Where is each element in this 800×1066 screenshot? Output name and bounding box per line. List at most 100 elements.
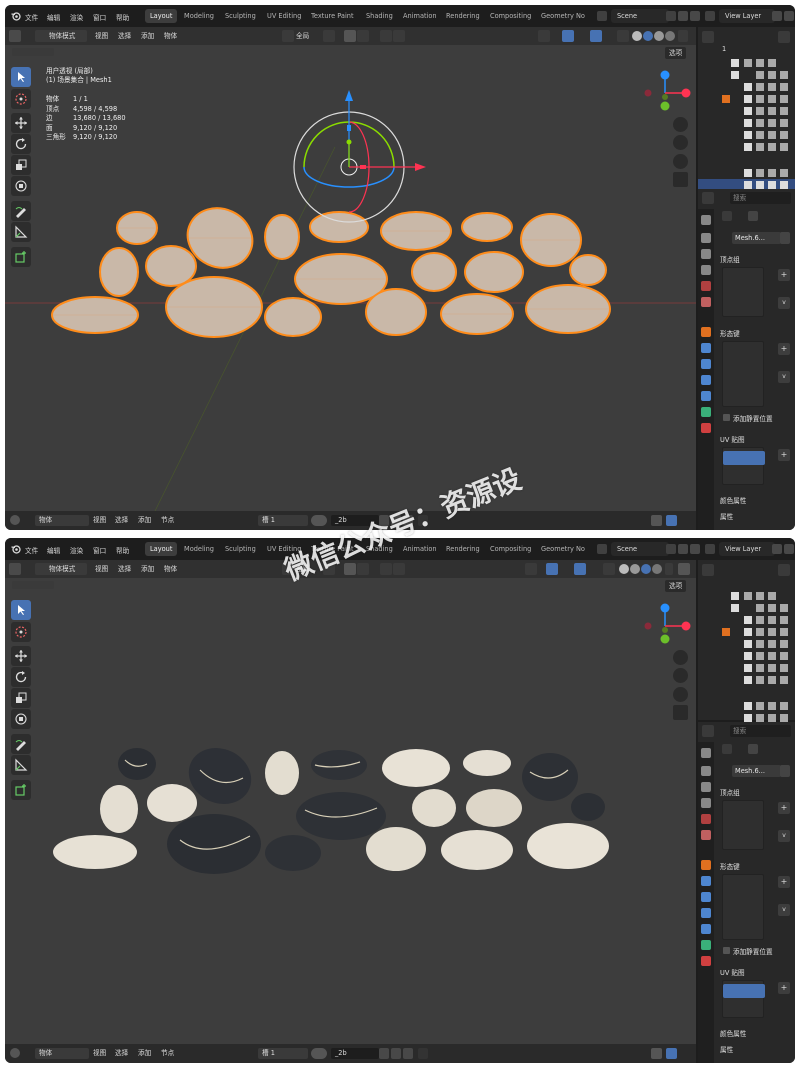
overlay-node-icon[interactable]: [666, 515, 677, 526]
shading-options-icon[interactable]: [665, 563, 673, 575]
move-tool[interactable]: [11, 113, 31, 133]
bottom-menu-node[interactable]: 节点: [161, 515, 174, 526]
menu-file[interactable]: 文件: [25, 12, 38, 22]
move-tool[interactable]: [11, 646, 31, 666]
zoom-icon[interactable]: [673, 117, 688, 132]
delete-scene-icon[interactable]: [690, 11, 700, 21]
unlink-material-icon[interactable]: [403, 1048, 413, 1059]
bottom-menu-add[interactable]: 添加: [138, 515, 151, 526]
outliner-editor-icon[interactable]: [702, 31, 714, 43]
material-preview-icon[interactable]: [311, 515, 327, 526]
overlay-toggle-icon[interactable]: [590, 30, 602, 42]
new-scene-icon[interactable]: [678, 544, 688, 554]
constraints-tab-icon[interactable]: [701, 391, 711, 401]
outliner-filter-icon[interactable]: [778, 564, 790, 576]
slot-dropdown[interactable]: 槽 1: [258, 515, 308, 526]
material-preview-icon[interactable]: [311, 1048, 327, 1059]
menu-help[interactable]: 帮助: [116, 545, 129, 555]
object-tab-icon[interactable]: [701, 327, 711, 337]
particles-tab-icon[interactable]: [701, 359, 711, 369]
3d-viewport[interactable]: 物体模式 视图 选择 添加 物体 全局 选项: [5, 27, 696, 511]
shading-wireframe-icon[interactable]: [632, 31, 642, 41]
add-vertex-group-button[interactable]: +: [778, 802, 790, 814]
menu-select[interactable]: 选择: [118, 563, 131, 575]
tab-geometry-nodes[interactable]: Geometry No: [536, 542, 592, 556]
navigation-gizmo[interactable]: [637, 67, 693, 117]
shape-key-menu-button[interactable]: v: [778, 904, 790, 916]
outliner-row[interactable]: [698, 650, 795, 662]
scale-tool[interactable]: [11, 155, 31, 175]
material-name-field[interactable]: _2b: [331, 1048, 379, 1059]
add-shape-key-button[interactable]: +: [778, 876, 790, 888]
shape-keys-list[interactable]: [722, 341, 764, 407]
physics-tab-icon[interactable]: [701, 908, 711, 918]
constraints-tab-icon[interactable]: [701, 924, 711, 934]
world-tab-icon[interactable]: [701, 830, 711, 840]
shading-options-icon[interactable]: [678, 30, 688, 42]
object-tab-icon[interactable]: [701, 860, 711, 870]
pan-hand-icon[interactable]: [673, 668, 688, 683]
render-tab-icon[interactable]: [701, 233, 711, 243]
relative-checkbox[interactable]: [723, 414, 730, 421]
tab-sculpting[interactable]: Sculpting: [220, 9, 261, 23]
falloff-icon[interactable]: [393, 563, 405, 575]
vertex-groups-list[interactable]: [722, 800, 764, 850]
tab-animation[interactable]: Animation: [398, 542, 442, 556]
editor-type-icon[interactable]: [9, 30, 21, 42]
delete-scene-icon[interactable]: [690, 544, 700, 554]
tab-compositing[interactable]: Compositing: [485, 9, 536, 23]
delete-view-layer-icon[interactable]: [784, 11, 794, 21]
editor-type-icon[interactable]: [9, 563, 21, 575]
duplicate-material-icon[interactable]: [391, 1048, 401, 1059]
bottom-menu-view[interactable]: 视图: [93, 1048, 106, 1059]
new-scene-icon[interactable]: [678, 11, 688, 21]
snap-node-icon[interactable]: [651, 1048, 662, 1059]
gizmo-toggle-icon[interactable]: [546, 563, 558, 575]
tool-tab-icon[interactable]: [701, 748, 711, 758]
mesh-name-field[interactable]: Mesh.6...: [732, 232, 781, 244]
menu-edit[interactable]: 编辑: [47, 545, 60, 555]
outliner-editor-icon[interactable]: [702, 564, 714, 576]
tab-layout[interactable]: Layout: [145, 542, 178, 556]
new-view-layer-icon[interactable]: [772, 544, 782, 554]
measure-tool[interactable]: [11, 755, 31, 775]
properties-search-input[interactable]: 搜索: [730, 725, 791, 737]
orientation-dropdown[interactable]: 全局: [296, 30, 309, 42]
blender-logo-icon[interactable]: [11, 11, 21, 21]
properties-editor-icon[interactable]: [702, 725, 714, 737]
annotate-tool[interactable]: [11, 734, 31, 754]
select-mode-buttons[interactable]: [12, 48, 54, 56]
tab-modeling[interactable]: Modeling: [179, 542, 219, 556]
pan-hand-icon[interactable]: [673, 135, 688, 150]
shading-solid-icon[interactable]: [643, 31, 653, 41]
cursor-tool[interactable]: [11, 622, 31, 642]
vertex-groups-header[interactable]: 顶点组: [720, 787, 740, 797]
shape-keys-header[interactable]: 形态键: [720, 861, 740, 871]
outliner-row[interactable]: [698, 105, 795, 117]
overlay-node-icon[interactable]: [666, 1048, 677, 1059]
add-uv-map-button[interactable]: +: [778, 449, 790, 461]
scene-selector[interactable]: Scene: [611, 542, 669, 556]
tab-compositing[interactable]: Compositing: [485, 542, 536, 556]
tool-tab-icon[interactable]: [701, 215, 711, 225]
relative-checkbox[interactable]: [723, 947, 730, 954]
attributes-header[interactable]: 属性: [720, 1044, 733, 1054]
menu-render[interactable]: 渲染: [70, 545, 83, 555]
proportional-edit-icon[interactable]: [380, 30, 392, 42]
menu-object[interactable]: 物体: [164, 563, 177, 575]
bottom-menu-add[interactable]: 添加: [138, 1048, 151, 1059]
outliner-row[interactable]: [698, 117, 795, 129]
mesh-data-icon[interactable]: [748, 744, 758, 754]
shading-rendered-icon[interactable]: [665, 31, 675, 41]
outliner-row[interactable]: [698, 141, 795, 153]
outliner-row[interactable]: [698, 602, 795, 614]
particles-tab-icon[interactable]: [701, 892, 711, 902]
outliner[interactable]: 1: [698, 27, 795, 191]
data-tab-icon[interactable]: [701, 940, 711, 950]
outliner-row[interactable]: [698, 129, 795, 141]
rotate-tool[interactable]: [11, 667, 31, 687]
falloff-icon[interactable]: [393, 30, 405, 42]
measure-tool[interactable]: [11, 222, 31, 242]
view-layer-tab-icon[interactable]: [701, 265, 711, 275]
select-mode-buttons[interactable]: [12, 581, 54, 589]
